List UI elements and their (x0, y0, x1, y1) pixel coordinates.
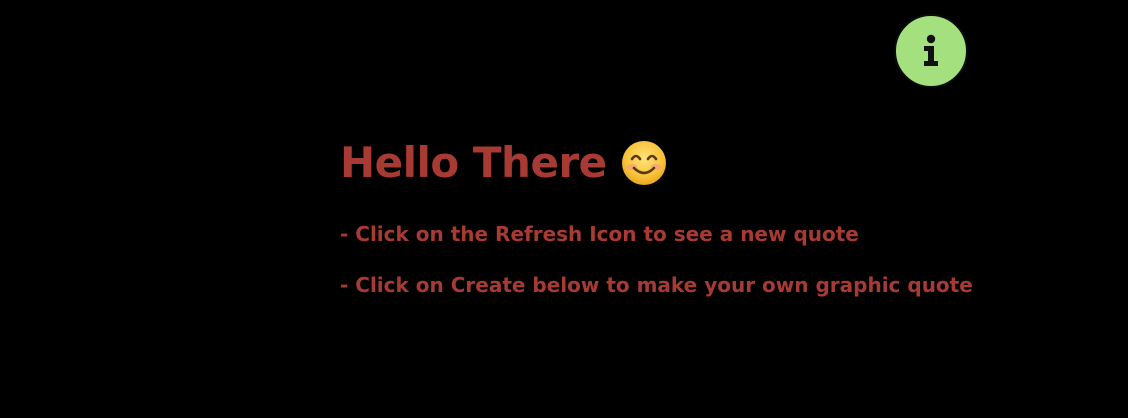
instruction-create: - Click on Create below to make your own… (340, 273, 973, 297)
greeting-heading: Hello There (340, 136, 1100, 190)
info-button[interactable] (894, 14, 968, 88)
info-icon (924, 34, 938, 66)
welcome-message: Hello There - Click on the Refresh Icon … (340, 136, 1100, 299)
greeting-text: Hello There (340, 138, 607, 187)
page: Hello There - Click on the Refresh Icon … (0, 0, 1128, 418)
smiling-face-emoji-icon (621, 141, 666, 185)
instruction-refresh: - Click on the Refresh Icon to see a new… (340, 222, 859, 246)
